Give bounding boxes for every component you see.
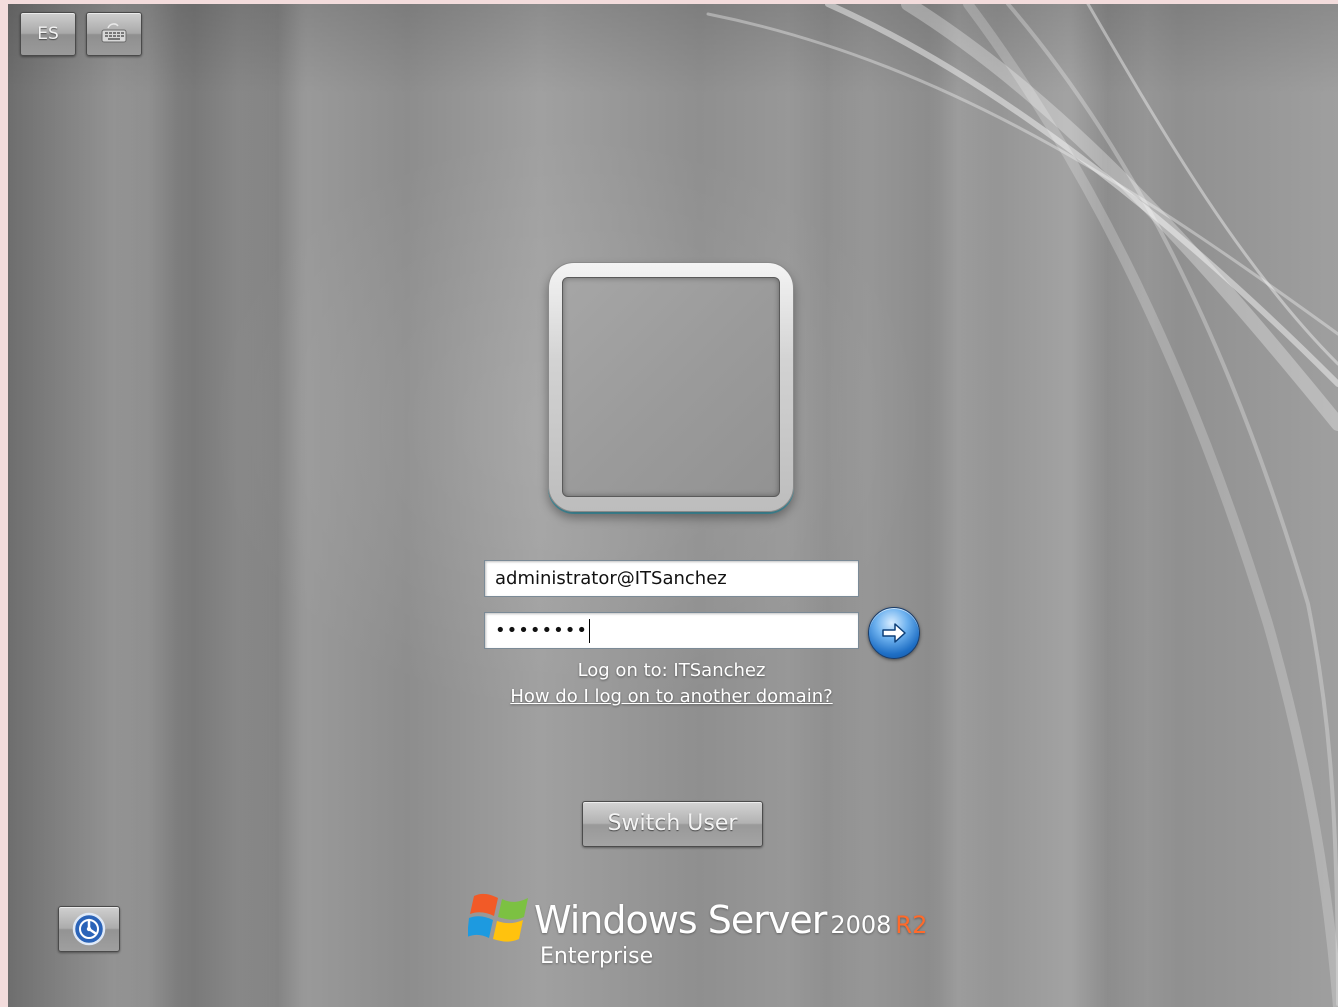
switch-user-button[interactable]: Switch User [582,801,763,847]
product-release: R2 [895,911,928,939]
switch-user-label: Switch User [607,811,738,836]
language-label: ES [37,24,59,44]
ease-of-access-icon [72,912,106,946]
arrow-right-icon [882,623,906,643]
product-edition: Enterprise [540,944,654,969]
product-title: Windows Server 2008 R2 [534,898,927,942]
user-tile-frame [548,262,794,512]
ease-of-access-button[interactable] [58,906,120,952]
submit-button[interactable] [868,607,920,659]
product-name: Windows Server [534,898,827,942]
password-input[interactable]: •••••••• [484,612,859,649]
username-input[interactable]: administrator@ITSanchez [484,560,859,597]
keyboard-icon [101,23,127,43]
language-button[interactable]: ES [20,12,76,56]
product-version: 2008 [830,911,892,939]
windows-server-branding: Windows Server 2008 R2 Enterprise [468,884,927,980]
username-value: administrator@ITSanchez [495,568,727,589]
user-picture [562,277,780,497]
domain-help-link[interactable]: How do I log on to another domain? [484,686,859,707]
logon-to-text: Log on to: ITSanchez [577,660,766,681]
windows-flag-icon [468,893,528,942]
on-screen-keyboard-button[interactable] [86,12,142,56]
text-caret [588,619,590,643]
password-value: •••••••• [495,620,588,641]
